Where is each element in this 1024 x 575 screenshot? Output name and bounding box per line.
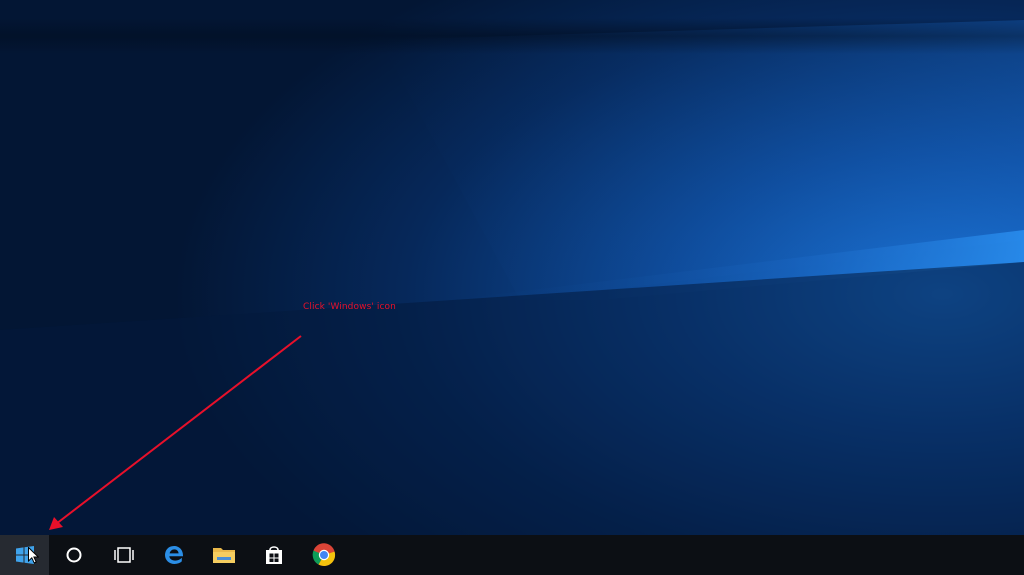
task-view-button[interactable]: [99, 535, 149, 575]
chrome-button[interactable]: [299, 535, 349, 575]
task-view-icon: [114, 547, 134, 563]
store-bag-icon: [266, 546, 282, 564]
store-button[interactable]: [249, 535, 299, 575]
edge-browser-icon: [165, 546, 184, 564]
mouse-cursor-icon: [28, 547, 39, 564]
chrome-icon: [312, 543, 336, 567]
edge-button[interactable]: [149, 535, 199, 575]
file-explorer-button[interactable]: [199, 535, 249, 575]
start-button[interactable]: [0, 535, 49, 575]
cortana-button[interactable]: [49, 535, 99, 575]
desktop: Click 'Windows' icon: [0, 0, 1024, 575]
folder-icon: [213, 548, 235, 563]
taskbar: [0, 535, 1024, 575]
annotation-label: Click 'Windows' icon: [303, 302, 396, 312]
cortana-circle-icon: [66, 547, 82, 563]
wallpaper: [0, 0, 1024, 535]
